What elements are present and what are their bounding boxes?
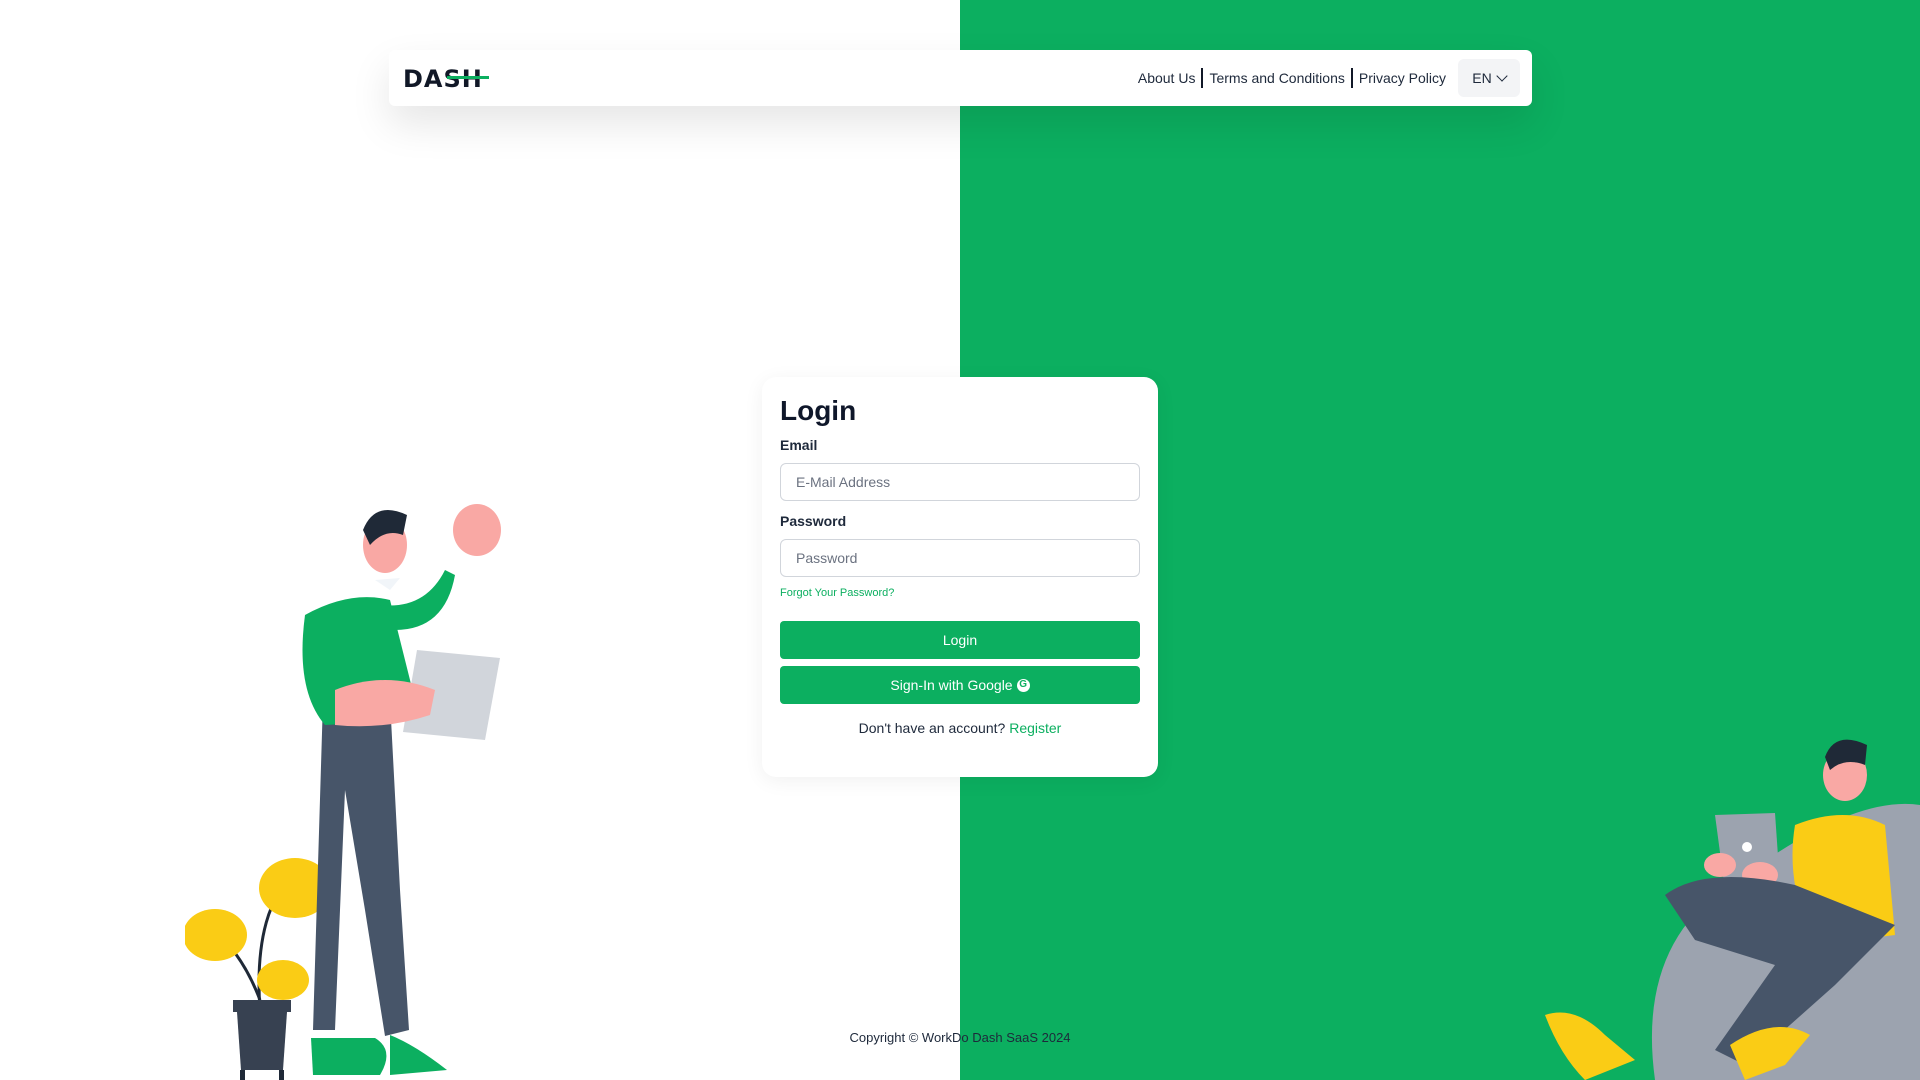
navbar-links: About Us Terms and Conditions Privacy Po…	[1132, 59, 1520, 97]
dash-logo-icon: DASH	[403, 65, 489, 91]
no-account-text: Don't have an account?	[858, 720, 1006, 736]
email-input[interactable]	[780, 463, 1140, 501]
plant-icon	[185, 858, 331, 1080]
email-label: Email	[780, 437, 818, 453]
login-button-label: Login	[942, 632, 978, 648]
nav-about-us-link[interactable]: About Us	[1132, 70, 1202, 86]
language-value: EN	[1472, 70, 1492, 86]
top-navbar: DASH About Us Terms and Conditions Priva…	[389, 50, 1532, 106]
language-dropdown[interactable]: EN	[1458, 59, 1520, 97]
login-card: Login Email Password Forgot Your Passwor…	[762, 377, 1158, 777]
google-signin-button[interactable]: Sign-In with Google G	[780, 666, 1140, 704]
login-title: Login	[780, 395, 857, 426]
password-label: Password	[780, 513, 847, 529]
google-button-label: Sign-In with Google	[890, 677, 1013, 693]
register-prompt: Don't have an account? Register	[780, 720, 1140, 736]
chevron-down-icon	[1496, 70, 1508, 82]
nav-privacy-link[interactable]: Privacy Policy	[1353, 70, 1452, 86]
register-link[interactable]: Register	[1009, 720, 1061, 736]
dash-logo[interactable]: DASH	[403, 63, 491, 93]
footer-copyright: Copyright © WorkDo Dash SaaS 2024	[849, 1030, 1071, 1045]
nav-terms-link[interactable]: Terms and Conditions	[1203, 70, 1350, 86]
google-icon: G	[1016, 678, 1030, 692]
seated-man-illustration	[1545, 739, 1920, 1080]
forgot-password-link[interactable]: Forgot Your Password?	[780, 587, 894, 599]
login-button[interactable]: Login	[780, 621, 1140, 659]
password-input[interactable]	[780, 539, 1140, 577]
standing-man-illustration	[185, 504, 501, 1080]
